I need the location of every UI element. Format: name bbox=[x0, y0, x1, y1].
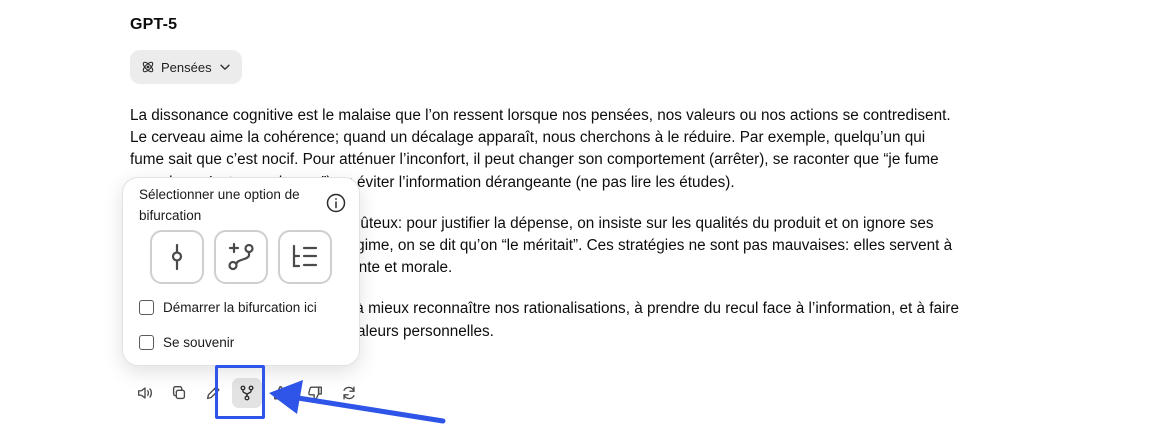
commit-node-icon bbox=[171, 243, 183, 271]
remember-checkbox[interactable] bbox=[139, 335, 154, 350]
atom-icon bbox=[141, 60, 155, 74]
start-branch-label: Démarrer la bifurcation ici bbox=[163, 300, 317, 315]
branch-button[interactable] bbox=[232, 378, 262, 408]
branch-option-new[interactable] bbox=[214, 230, 268, 284]
popover-title: Sélectionner une option de bifurcation bbox=[139, 187, 300, 223]
pencil-icon bbox=[206, 386, 220, 400]
regenerate-button[interactable] bbox=[334, 378, 364, 408]
chevron-down-icon bbox=[218, 60, 232, 74]
list-tree-icon bbox=[292, 244, 318, 268]
info-icon[interactable] bbox=[325, 192, 347, 214]
thumbs-down-button[interactable] bbox=[300, 378, 330, 408]
branch-options-popover: Sélectionner une option de bifurcation D… bbox=[122, 177, 360, 366]
thoughts-toggle-button[interactable]: Pensées bbox=[130, 50, 242, 84]
branch-option-single[interactable] bbox=[150, 230, 204, 284]
branch-add-icon bbox=[228, 242, 254, 271]
remember-label: Se souvenir bbox=[163, 335, 235, 350]
thumbs-up-button[interactable] bbox=[266, 378, 296, 408]
start-branch-here-option[interactable]: Démarrer la bifurcation ici bbox=[139, 300, 317, 315]
model-name: GPT-5 bbox=[130, 16, 178, 33]
start-branch-checkbox[interactable] bbox=[139, 300, 154, 315]
thoughts-label: Pensées bbox=[161, 59, 212, 75]
speaker-icon bbox=[138, 387, 152, 399]
edit-button[interactable] bbox=[198, 378, 228, 408]
message-actions-bar bbox=[130, 378, 368, 408]
refresh-icon bbox=[343, 386, 355, 400]
branch-icon bbox=[240, 385, 254, 401]
read-aloud-button[interactable] bbox=[130, 378, 160, 408]
thumbs-up-icon bbox=[274, 386, 288, 400]
copy-button[interactable] bbox=[164, 378, 194, 408]
copy-icon bbox=[172, 386, 186, 400]
remember-option[interactable]: Se souvenir bbox=[139, 335, 234, 350]
thumbs-down-icon bbox=[308, 386, 322, 400]
branch-option-list[interactable] bbox=[278, 230, 332, 284]
